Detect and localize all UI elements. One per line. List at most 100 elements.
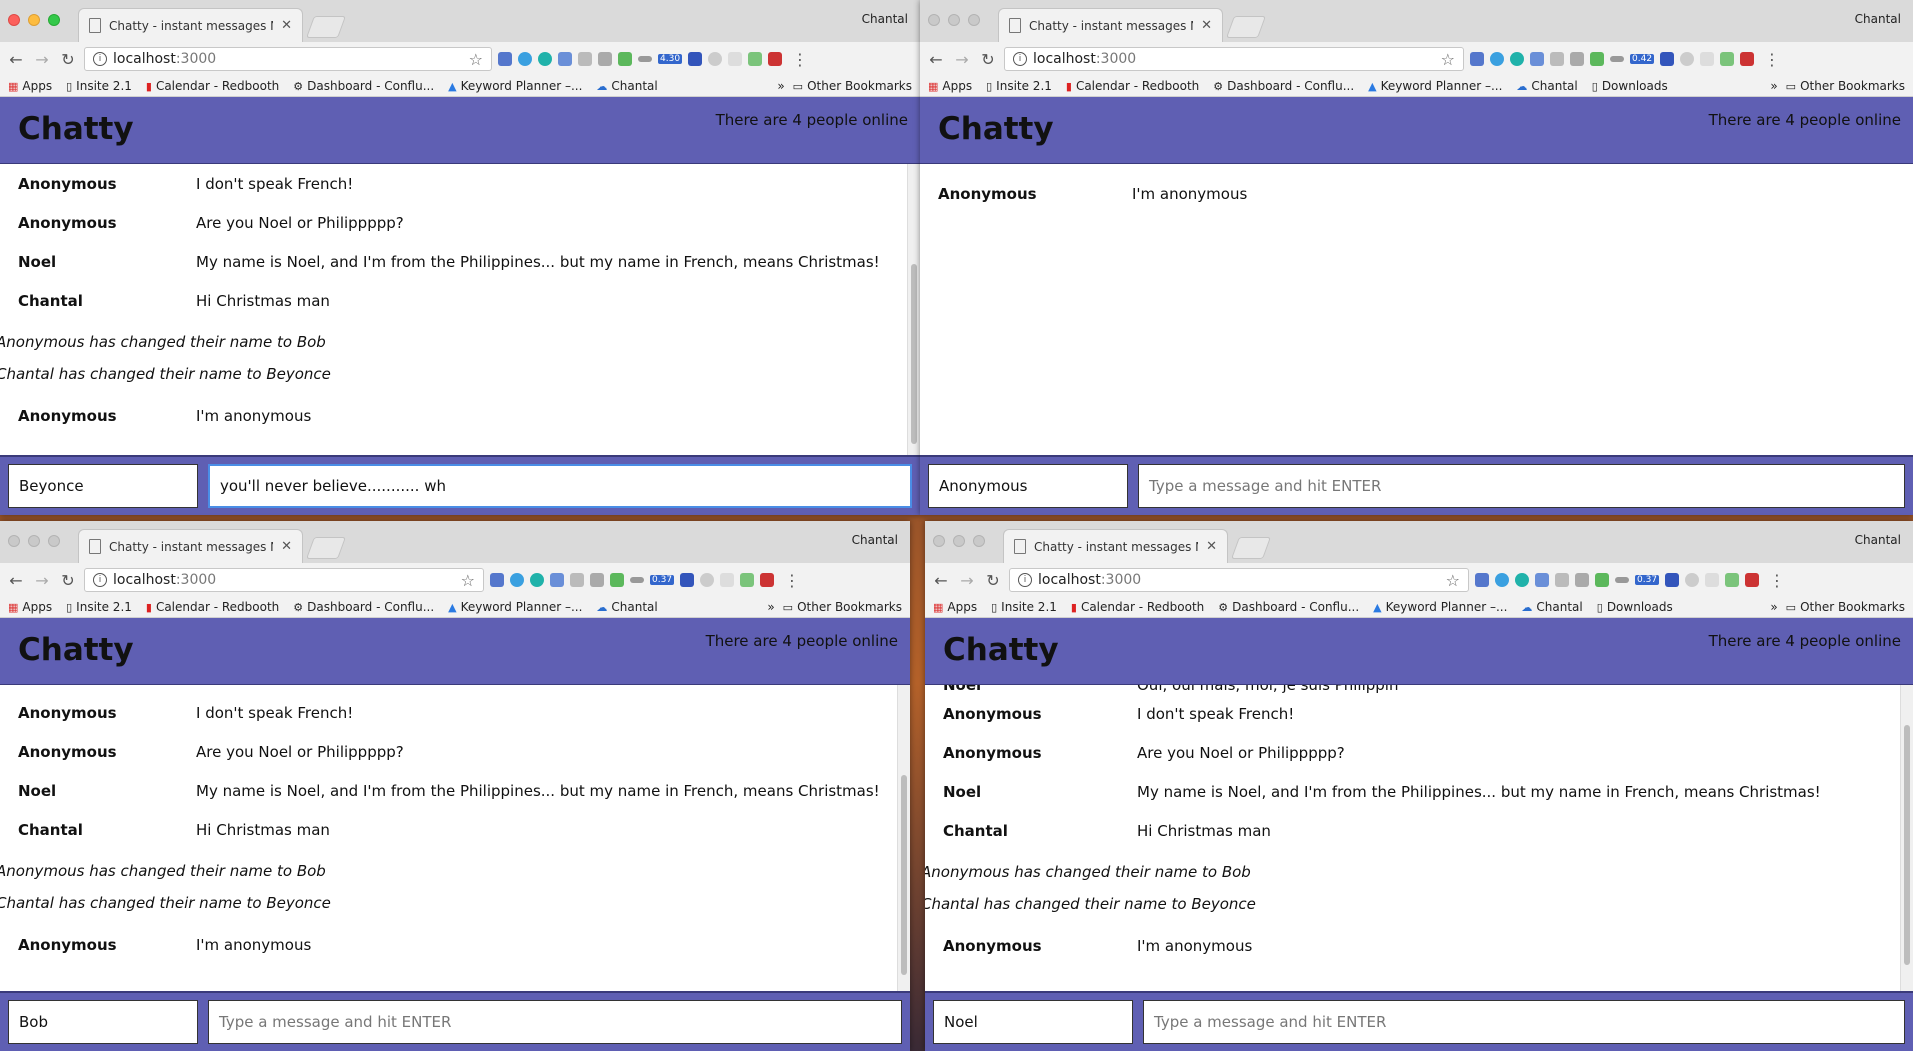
extension-icon[interactable] xyxy=(1590,52,1604,66)
extension-icon[interactable] xyxy=(1665,573,1680,587)
reload-icon[interactable]: ↻ xyxy=(978,50,998,69)
scrollbar[interactable] xyxy=(897,685,910,991)
extension-icon[interactable] xyxy=(1595,573,1609,587)
username-input[interactable]: Bob xyxy=(8,1000,198,1044)
extension-icon[interactable] xyxy=(490,573,504,587)
username-input[interactable]: Beyonce xyxy=(8,464,198,508)
close-window-button[interactable] xyxy=(928,14,940,26)
message-input[interactable]: Type a message and hit ENTER xyxy=(1143,1000,1905,1044)
close-tab-icon[interactable]: ✕ xyxy=(1201,18,1212,33)
bookmark-apps[interactable]: ▦ Apps xyxy=(8,79,52,93)
brand-title[interactable]: Chatty xyxy=(943,632,1059,668)
forward-arrow-icon[interactable]: → xyxy=(957,571,977,590)
new-tab-button[interactable] xyxy=(305,16,347,38)
extension-icon[interactable] xyxy=(1660,52,1675,66)
extension-icon[interactable] xyxy=(1535,573,1549,587)
extension-icon[interactable] xyxy=(1725,573,1740,587)
username-input[interactable]: Anonymous xyxy=(928,464,1128,508)
bookmark-item[interactable]: ▯ Insite 2.1 xyxy=(66,79,132,93)
scrollbar[interactable] xyxy=(907,164,920,455)
scrollbar[interactable] xyxy=(1900,685,1913,991)
zoom-window-button[interactable] xyxy=(968,14,980,26)
bookmark-item[interactable]: ☁ Chantal xyxy=(596,79,657,93)
scrollbar-thumb[interactable] xyxy=(901,775,907,975)
info-icon[interactable]: i xyxy=(1018,573,1032,587)
profile-name[interactable]: Chantal xyxy=(1855,12,1901,26)
extension-icon[interactable] xyxy=(1475,573,1489,587)
bookmark-item[interactable]: ⚙ Dashboard - Conflu... xyxy=(1213,79,1354,93)
message-input[interactable]: Type a message and hit ENTER xyxy=(208,1000,902,1044)
extension-icon[interactable] xyxy=(550,573,564,587)
close-window-button[interactable] xyxy=(8,535,20,547)
star-icon[interactable]: ☆ xyxy=(1446,571,1460,590)
extension-icon[interactable] xyxy=(1740,52,1755,66)
browser-tab[interactable]: Chatty - instant messages NO ✕ xyxy=(78,529,303,563)
star-icon[interactable]: ☆ xyxy=(461,571,475,590)
new-tab-button[interactable] xyxy=(1230,537,1272,559)
extension-icon[interactable] xyxy=(518,52,532,66)
star-icon[interactable]: ☆ xyxy=(1441,50,1455,69)
extension-icon[interactable] xyxy=(510,573,524,587)
address-bar[interactable]: i localhost:3000 ☆ xyxy=(1004,47,1464,71)
reload-icon[interactable]: ↻ xyxy=(58,50,78,69)
back-arrow-icon[interactable]: ← xyxy=(6,50,26,69)
extension-icon[interactable] xyxy=(760,573,775,587)
forward-arrow-icon[interactable]: → xyxy=(32,50,52,69)
extension-icon[interactable] xyxy=(1570,52,1584,66)
profile-name[interactable]: Chantal xyxy=(1855,533,1901,547)
address-bar[interactable]: i localhost:3000 ☆ xyxy=(84,47,492,71)
zoom-window-button[interactable] xyxy=(48,535,60,547)
extension-icon[interactable] xyxy=(570,573,584,587)
kebab-menu-icon[interactable]: ⋮ xyxy=(792,50,808,69)
other-bookmarks[interactable]: ▭ Other Bookmarks xyxy=(1786,79,1905,93)
other-bookmarks[interactable]: ▭ Other Bookmarks xyxy=(1786,600,1905,614)
extension-badge[interactable]: 0.42 xyxy=(1630,54,1655,64)
extension-icon[interactable] xyxy=(688,52,703,66)
extension-icon[interactable] xyxy=(1705,573,1720,587)
extension-icon[interactable] xyxy=(630,577,644,583)
scrollbar-thumb[interactable] xyxy=(911,264,917,444)
extension-icon[interactable] xyxy=(740,573,755,587)
forward-arrow-icon[interactable]: → xyxy=(952,50,972,69)
extension-icon[interactable] xyxy=(708,52,723,66)
address-bar[interactable]: i localhost:3000 ☆ xyxy=(1009,568,1469,592)
message-input[interactable]: Type a message and hit ENTER xyxy=(1138,464,1905,508)
extension-icon[interactable] xyxy=(538,52,552,66)
extension-icon[interactable] xyxy=(728,52,743,66)
extension-icon[interactable] xyxy=(1685,573,1700,587)
zoom-window-button[interactable] xyxy=(973,535,985,547)
back-arrow-icon[interactable]: ← xyxy=(926,50,946,69)
username-input[interactable]: Noel xyxy=(933,1000,1133,1044)
bookmark-item[interactable]: ⚙ Dashboard - Conflu... xyxy=(1218,600,1359,614)
minimize-window-button[interactable] xyxy=(953,535,965,547)
bookmark-item[interactable]: ☁ Chantal xyxy=(1521,600,1582,614)
bookmark-item[interactable]: ▮ Calendar - Redbooth xyxy=(1066,79,1199,93)
extension-icon[interactable] xyxy=(700,573,715,587)
extension-icon[interactable] xyxy=(1700,52,1715,66)
bookmark-item[interactable]: ▯ Insite 2.1 xyxy=(986,79,1052,93)
message-input[interactable]: you'll never believe........... wh xyxy=(208,464,912,508)
bookmark-item[interactable]: ▲ Keyword Planner –... xyxy=(1368,79,1502,93)
scrollbar-thumb[interactable] xyxy=(1904,725,1910,965)
bookmark-apps[interactable]: ▦ Apps xyxy=(933,600,977,614)
extension-icon[interactable] xyxy=(1745,573,1760,587)
extension-badge[interactable]: 4.30 xyxy=(658,54,683,64)
extension-icon[interactable] xyxy=(720,573,735,587)
close-tab-icon[interactable]: ✕ xyxy=(281,18,292,33)
bookmark-item[interactable]: ⚙ Dashboard - Conflu... xyxy=(293,79,434,93)
extension-icon[interactable] xyxy=(1510,52,1524,66)
forward-arrow-icon[interactable]: → xyxy=(32,571,52,590)
close-window-button[interactable] xyxy=(8,14,20,26)
kebab-menu-icon[interactable]: ⋮ xyxy=(784,571,800,590)
extension-icon[interactable] xyxy=(610,573,624,587)
extension-icon[interactable] xyxy=(558,52,572,66)
extension-icon[interactable] xyxy=(530,573,544,587)
back-arrow-icon[interactable]: ← xyxy=(6,571,26,590)
info-icon[interactable]: i xyxy=(93,52,107,66)
profile-name[interactable]: Chantal xyxy=(852,533,898,547)
bookmark-apps[interactable]: ▦ Apps xyxy=(928,79,972,93)
extension-icon[interactable] xyxy=(1610,56,1624,62)
close-tab-icon[interactable]: ✕ xyxy=(281,539,292,554)
close-window-button[interactable] xyxy=(933,535,945,547)
bookmark-item[interactable]: ☁ Chantal xyxy=(596,600,657,614)
